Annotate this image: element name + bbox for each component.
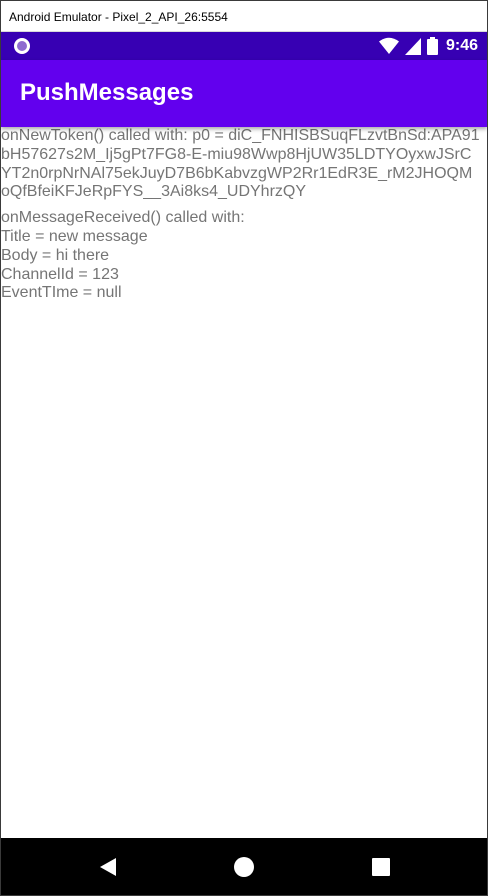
token-log-line: oQfBfeiKFJeRpFYS__3Ai8ks4_UDYhrzQY [1,183,307,201]
emulator-window: Android Emulator - Pixel_2_API_26:5554 9… [0,0,488,896]
message-log-area: onNewToken() called with: p0 = diC_FNHIS… [1,127,487,837]
recents-icon[interactable] [369,855,393,879]
status-bar: 9:46 [1,32,487,60]
status-time: 9:46 [445,37,478,54]
message-log-line: Body = hi there [1,246,110,264]
notification-ring-icon [14,38,30,54]
app-bar: PushMessages [1,60,487,127]
token-log-line: bH57627s2M_Ij5gPt7FG8-E-miu98Wwp8HjUW35L… [1,145,472,163]
message-log-line: ChannelId = 123 [1,265,119,283]
app-title: PushMessages [20,79,194,106]
status-icons: 9:46 [378,32,478,60]
battery-icon [426,37,438,55]
message-log-line: Title = new message [1,227,148,245]
navigation-bar [1,838,487,895]
back-icon[interactable] [96,855,120,879]
home-icon[interactable] [232,855,256,879]
wifi-icon [378,37,399,54]
signal-icon [404,37,421,55]
token-log-line: YT2n0rpNrNAl75ekJuyD7B6bKabvzgWP2Rr1EdR3… [1,164,473,182]
window-title: Android Emulator - Pixel_2_API_26:5554 [9,10,228,24]
message-log: onMessageReceived() called with: Title =… [1,209,487,303]
log-text: onNewToken() called with: p0 = diC_FNHIS… [1,127,487,303]
message-log-line: EventTIme = null [1,284,122,302]
token-log: onNewToken() called with: p0 = diC_FNHIS… [1,127,487,202]
message-log-line: onMessageReceived() called with: [1,209,245,227]
token-log-line: onNewToken() called with: p0 = diC_FNHIS… [1,127,480,144]
window-titlebar[interactable]: Android Emulator - Pixel_2_API_26:5554 [1,1,487,32]
